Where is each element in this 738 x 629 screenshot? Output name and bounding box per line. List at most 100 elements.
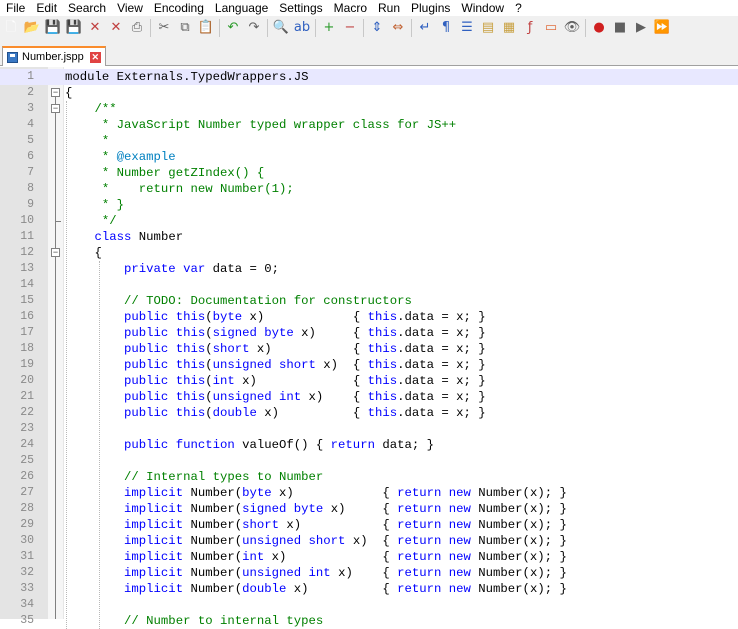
menu-language[interactable]: Language [209,1,273,16]
comment-token: */ [65,214,117,228]
monitoring-button[interactable]: 👁 [563,19,581,37]
replace-button[interactable]: ab [293,19,311,37]
menu-macro[interactable]: Macro [328,1,372,16]
word-wrap-button[interactable]: ↵ [416,19,434,37]
code-line[interactable]: 16 public this(byte x) { this.data = x; … [0,309,738,325]
code-line[interactable]: 14 [0,277,738,293]
code-line[interactable]: 15 // TODO: Documentation for constructo… [0,293,738,309]
code-line[interactable]: 13 private var data = 0; [0,261,738,277]
code-line[interactable]: 23 [0,421,738,437]
code-line[interactable]: 27 implicit Number(byte x) { return new … [0,485,738,501]
code-line[interactable]: 32 implicit Number(unsigned int x) { ret… [0,565,738,581]
code-line[interactable]: 22 public this(double x) { this.data = x… [0,405,738,421]
save-button[interactable]: 💾 [44,19,62,37]
comment-token: * return new Number(1); [65,182,294,196]
menu-plugins[interactable]: Plugins [405,1,455,16]
indent-guide-button[interactable]: ☰ [458,19,476,37]
menu-run[interactable]: Run [372,1,405,16]
run-macro-multiple-icon: ⏩ [653,20,671,35]
code-line[interactable]: 35 // Number to internal types [0,613,738,629]
sync-horizontal-button[interactable]: ⇔ [389,19,407,37]
menu-help[interactable]: ? [509,1,527,16]
zoom-in-button[interactable]: + [320,19,338,37]
undo-button[interactable]: ↶ [224,19,242,37]
code-editor[interactable]: 1 module Externals.TypedWrappers.JS 2{3 /*… [0,67,738,629]
play-macro-button[interactable]: ▶ [632,19,650,37]
code-line[interactable]: 7 * Number getZIndex() { [0,165,738,181]
menu-settings[interactable]: Settings [273,1,327,16]
keyword-token: signed byte [242,502,324,516]
close-tab-icon[interactable]: ✕ [89,51,101,63]
new-file-button[interactable]: 🗋 [2,19,20,37]
keyword-token: byte [242,486,272,500]
keyword-token: int [212,374,235,388]
code-line[interactable]: 30 implicit Number(unsigned short x) { r… [0,533,738,549]
fold-toggle-icon[interactable]: − [51,88,60,97]
code-line[interactable]: 29 implicit Number(short x) { return new… [0,517,738,533]
menu-search[interactable]: Search [62,1,111,16]
code-line[interactable]: 8 * return new Number(1); [0,181,738,197]
code-line[interactable]: 34 [0,597,738,613]
doc-map-button[interactable]: ▦ [500,19,518,37]
copy-button[interactable]: ⧉ [176,19,194,37]
code-line[interactable]: 4 * JavaScript Number typed wrapper clas… [0,117,738,133]
record-macro-button[interactable]: ● [590,19,608,37]
line-code: public this(unsigned short x) { this.dat… [65,357,486,373]
open-file-button[interactable]: 📂 [23,19,41,37]
code-line[interactable]: 25 [0,453,738,469]
code-line[interactable]: 5 * [0,133,738,149]
code-line[interactable]: 11 class Number [0,229,738,245]
code-token: x) { [323,502,398,516]
code-line[interactable]: 18 public this(short x) { this.data = x;… [0,341,738,357]
code-line[interactable]: 3 /** [0,101,738,117]
keyword-token: unsigned int [242,566,331,580]
menu-edit[interactable]: Edit [30,1,62,16]
tab-label: Number.jspp [22,51,84,63]
code-line[interactable]: 31 implicit Number(int x) { return new N… [0,549,738,565]
code-line[interactable]: 1 module Externals.TypedWrappers.JS [0,69,738,85]
sync-vertical-button[interactable]: ⇕ [368,19,386,37]
show-all-chars-button[interactable]: ¶ [437,19,455,37]
code-line[interactable]: 6 * @example [0,149,738,165]
fold-toggle-icon[interactable]: − [51,104,60,113]
close-button[interactable]: ✕ [86,19,104,37]
menu-view[interactable]: View [111,1,148,16]
folder-workspace-button[interactable]: ▭ [542,19,560,37]
stop-recording-button[interactable]: ■ [611,19,629,37]
tab-number-jspp[interactable]: Number.jspp ✕ [2,46,106,66]
code-line[interactable]: 2{ [0,85,738,101]
menu-window[interactable]: Window [455,1,509,16]
code-line[interactable]: 21 public this(unsigned int x) { this.da… [0,389,738,405]
zoom-out-button[interactable]: − [341,19,359,37]
cut-button[interactable]: ✂ [155,19,173,37]
keyword-token: public this [65,326,206,340]
comment-token: * JavaScript Number typed wrapper class … [65,118,457,132]
code-line[interactable]: 9 * } [0,197,738,213]
code-line[interactable]: 10 */ [0,213,738,229]
function-list-button[interactable]: ƒ [521,19,539,37]
code-line[interactable]: 12 { [0,245,738,261]
code-line[interactable]: 19 public this(unsigned short x) { this.… [0,357,738,373]
code-line[interactable]: 33 implicit Number(double x) { return ne… [0,581,738,597]
paste-button[interactable]: 📋 [197,19,215,37]
keyword-token: return new [397,582,471,596]
keyword-token: public this [65,310,206,324]
print-button[interactable]: ⎙ [128,19,146,37]
menu-file[interactable]: File [0,1,30,16]
close-all-button[interactable]: ✕ [107,19,125,37]
line-number: 32 [20,566,34,579]
menu-encoding[interactable]: Encoding [148,1,209,16]
code-token: ( [205,390,213,404]
udl-button[interactable]: ▤ [479,19,497,37]
save-all-button[interactable]: 💾 [65,19,83,37]
code-line[interactable]: 26 // Internal types to Number [0,469,738,485]
code-line[interactable]: 24 public function valueOf() { return da… [0,437,738,453]
code-line[interactable]: 28 implicit Number(signed byte x) { retu… [0,501,738,517]
code-line[interactable]: 20 public this(int x) { this.data = x; } [0,373,738,389]
code-line[interactable]: 17 public this(signed byte x) { this.dat… [0,325,738,341]
find-button[interactable]: 🔍 [272,19,290,37]
code-token: Number(x); } [470,566,567,580]
redo-button[interactable]: ↷ [245,19,263,37]
fold-toggle-icon[interactable]: − [51,248,60,257]
run-macro-multiple-button[interactable]: ⏩ [653,19,671,37]
